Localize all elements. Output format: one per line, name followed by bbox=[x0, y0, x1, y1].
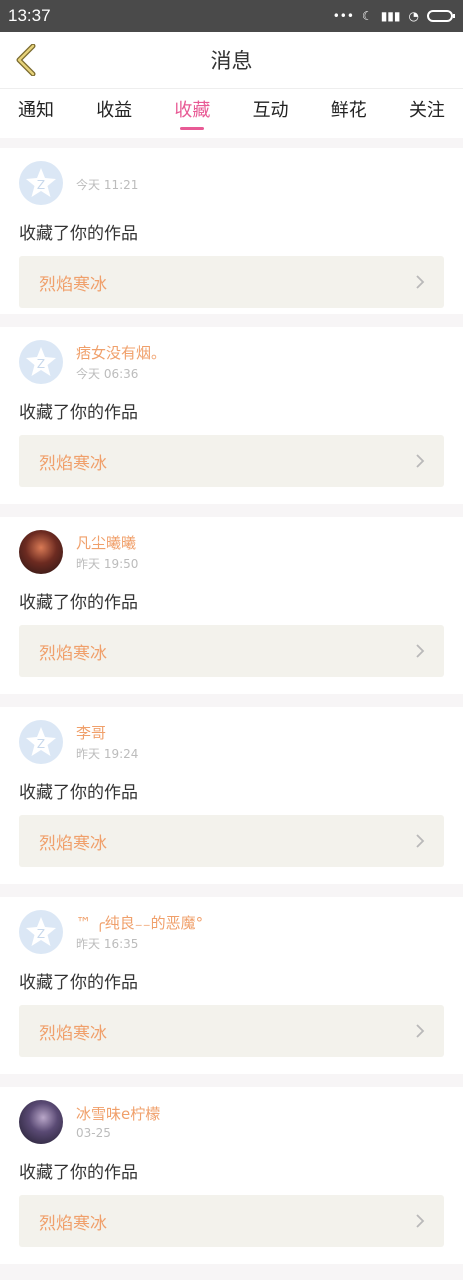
notification-card: Z 今天 11:21 收藏了你的作品 烈焰寒冰 bbox=[0, 148, 463, 314]
tab-bar: 通知 收益 收藏 互动 鲜花 关注 bbox=[0, 88, 463, 138]
chevron-right-icon bbox=[414, 1212, 426, 1230]
work-link[interactable]: 烈焰寒冰 bbox=[19, 1195, 444, 1247]
tab-earnings[interactable]: 收益 bbox=[96, 96, 132, 132]
status-icons: ••• ☾ ▮▮▮ ◔ bbox=[332, 9, 455, 23]
card-head: 凡尘曦曦 昨天 19:50 bbox=[19, 517, 444, 576]
notification-card: 凡尘曦曦 昨天 19:50 收藏了你的作品 烈焰寒冰 bbox=[0, 517, 463, 694]
tab-favorites[interactable]: 收藏 bbox=[174, 96, 210, 132]
page-title: 消息 bbox=[210, 49, 253, 73]
default-avatar-icon: Z bbox=[26, 347, 56, 376]
default-avatar-icon: Z bbox=[26, 917, 56, 946]
work-title: 烈焰寒冰 bbox=[39, 1023, 107, 1044]
status-time: 13:37 bbox=[8, 6, 51, 25]
avatar[interactable]: Z bbox=[19, 910, 63, 954]
avatar[interactable] bbox=[19, 530, 63, 574]
action-text: 收藏了你的作品 bbox=[19, 593, 138, 613]
user-meta: 今天 11:21 bbox=[76, 174, 138, 193]
action-text: 收藏了你的作品 bbox=[19, 403, 138, 423]
default-avatar-icon: Z bbox=[26, 727, 56, 756]
header: 消息 bbox=[0, 32, 463, 88]
username[interactable]: 痞女没有烟。 bbox=[76, 343, 166, 363]
username[interactable]: 凡尘曦曦 bbox=[76, 533, 138, 553]
chevron-left-icon bbox=[16, 44, 36, 76]
user-meta: 冰雪味e柠檬 03-25 bbox=[76, 1104, 160, 1140]
tab-interactions[interactable]: 互动 bbox=[253, 96, 289, 132]
svg-text:Z: Z bbox=[37, 357, 45, 371]
timestamp: 昨天 19:24 bbox=[76, 746, 139, 761]
notification-card: Z ™ ╭纯良₋₋的恶魔° 昨天 16:35 收藏了你的作品 烈焰寒冰 bbox=[0, 897, 463, 1074]
work-title: 烈焰寒冰 bbox=[39, 1213, 107, 1234]
user-meta: 李哥 昨天 19:24 bbox=[76, 723, 138, 762]
chevron-right-icon bbox=[414, 832, 426, 850]
work-link[interactable]: 烈焰寒冰 bbox=[19, 435, 444, 487]
work-link[interactable]: 烈焰寒冰 bbox=[19, 625, 444, 677]
default-avatar-icon: Z bbox=[26, 168, 56, 197]
timestamp: 03-25 bbox=[76, 1126, 111, 1140]
tab-flowers[interactable]: 鲜花 bbox=[331, 96, 367, 132]
dots-icon: ••• bbox=[332, 9, 354, 23]
work-title: 烈焰寒冰 bbox=[39, 643, 107, 664]
notification-list: Z 今天 11:21 收藏了你的作品 烈焰寒冰 Z 痞女没有烟。 今天 06:3… bbox=[0, 148, 463, 1264]
action-text: 收藏了你的作品 bbox=[19, 973, 138, 993]
tab-follows[interactable]: 关注 bbox=[409, 96, 445, 132]
chevron-right-icon bbox=[414, 1022, 426, 1040]
avatar[interactable]: Z bbox=[19, 340, 63, 384]
card-head: Z ™ ╭纯良₋₋的恶魔° 昨天 16:35 bbox=[19, 897, 444, 956]
notification-card: Z 李哥 昨天 19:24 收藏了你的作品 烈焰寒冰 bbox=[0, 707, 463, 884]
username[interactable]: 李哥 bbox=[76, 723, 138, 743]
username[interactable]: 冰雪味e柠檬 bbox=[76, 1104, 160, 1124]
action-text: 收藏了你的作品 bbox=[19, 1163, 138, 1183]
signal-icon: ▮▮▮ bbox=[380, 9, 401, 23]
avatar[interactable] bbox=[19, 1100, 63, 1144]
moon-icon: ☾ bbox=[361, 9, 373, 23]
work-link[interactable]: 烈焰寒冰 bbox=[19, 815, 444, 867]
timestamp: 今天 11:21 bbox=[76, 177, 139, 192]
card-head: Z 痞女没有烟。 今天 06:36 bbox=[19, 327, 444, 386]
username[interactable]: ™ ╭纯良₋₋的恶魔° bbox=[76, 913, 203, 933]
card-head: Z 今天 11:21 bbox=[19, 148, 444, 207]
timestamp: 昨天 16:35 bbox=[76, 936, 139, 951]
chevron-right-icon bbox=[414, 452, 426, 470]
notification-card: Z 痞女没有烟。 今天 06:36 收藏了你的作品 烈焰寒冰 bbox=[0, 327, 463, 504]
svg-text:Z: Z bbox=[37, 178, 45, 192]
action-text: 收藏了你的作品 bbox=[19, 783, 138, 803]
work-title: 烈焰寒冰 bbox=[39, 453, 107, 474]
user-meta: 凡尘曦曦 昨天 19:50 bbox=[76, 533, 138, 572]
back-button[interactable] bbox=[10, 44, 42, 76]
svg-text:Z: Z bbox=[37, 737, 45, 751]
work-title: 烈焰寒冰 bbox=[39, 274, 107, 295]
work-title: 烈焰寒冰 bbox=[39, 833, 107, 854]
action-text: 收藏了你的作品 bbox=[19, 224, 138, 244]
chevron-right-icon bbox=[414, 642, 426, 660]
user-meta: 痞女没有烟。 今天 06:36 bbox=[76, 343, 166, 382]
chevron-right-icon bbox=[414, 273, 426, 291]
work-link[interactable]: 烈焰寒冰 bbox=[19, 256, 444, 308]
tab-notifications[interactable]: 通知 bbox=[18, 96, 54, 132]
timestamp: 今天 06:36 bbox=[76, 366, 139, 381]
card-head: 冰雪味e柠檬 03-25 bbox=[19, 1087, 444, 1146]
timestamp: 昨天 19:50 bbox=[76, 556, 139, 571]
status-bar: 13:37 ••• ☾ ▮▮▮ ◔ bbox=[0, 0, 463, 32]
avatar[interactable]: Z bbox=[19, 161, 63, 205]
battery-icon bbox=[427, 10, 455, 22]
avatar[interactable]: Z bbox=[19, 720, 63, 764]
wifi-icon: ◔ bbox=[408, 9, 419, 23]
work-link[interactable]: 烈焰寒冰 bbox=[19, 1005, 444, 1057]
notification-card: 冰雪味e柠檬 03-25 收藏了你的作品 烈焰寒冰 bbox=[0, 1087, 463, 1264]
user-meta: ™ ╭纯良₋₋的恶魔° 昨天 16:35 bbox=[76, 913, 203, 952]
card-head: Z 李哥 昨天 19:24 bbox=[19, 707, 444, 766]
svg-text:Z: Z bbox=[37, 927, 45, 941]
